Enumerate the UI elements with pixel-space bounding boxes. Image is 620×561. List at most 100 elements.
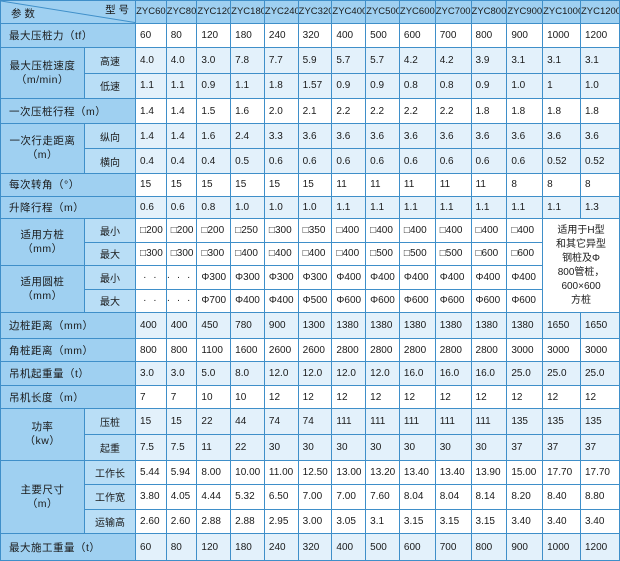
- cell-zyc800: 2800: [470, 337, 508, 363]
- cell-zyc180: 2.88: [230, 508, 265, 535]
- cell-zyc240: Φ300: [263, 265, 299, 290]
- cell-zyc800: 1380: [470, 312, 508, 339]
- cell-zyc60: 4.0: [135, 47, 167, 74]
- cell-zyc120: Φ700: [196, 288, 232, 314]
- cell-zyc180: 180: [230, 22, 265, 49]
- applicability-note: 适用于H型 和其它异型 钢桩及Φ 800管桩， 600×600 方桩: [542, 218, 620, 314]
- sub-label-high: 高速: [83, 47, 137, 74]
- cell-zyc180: 10: [230, 384, 265, 410]
- cell-zyc900: 12: [506, 384, 544, 410]
- cell-zyc1200: 12: [579, 384, 620, 410]
- cell-zyc400: 3.6: [331, 122, 367, 150]
- cell-zyc700: 4.2: [434, 47, 472, 74]
- cell-zyc500: □500: [365, 241, 400, 267]
- cell-zyc320: 30: [297, 433, 333, 461]
- row-label-size: 主要尺寸 （m）: [0, 459, 85, 535]
- cell-zyc900: 1.8: [506, 98, 544, 124]
- cell-zyc240: 0.6: [263, 148, 299, 174]
- cell-zyc120: Φ300: [196, 265, 232, 290]
- cell-zyc700: 13.40: [434, 459, 472, 486]
- cell-zyc60: 2.60: [135, 508, 167, 535]
- cell-zyc180: Φ300: [230, 265, 265, 290]
- cell-zyc80: 15: [165, 172, 198, 197]
- cell-zyc180: 780: [230, 312, 265, 339]
- cell-zyc320: 1.0: [297, 195, 333, 220]
- model-header: ZYC120: [196, 0, 232, 24]
- cell-zyc900: 37: [506, 433, 544, 461]
- cell-zyc500: Φ400: [365, 265, 400, 290]
- cell-zyc800: □600: [470, 241, 508, 267]
- cell-zyc320: 320: [297, 533, 333, 561]
- cell-zyc120: 5.0: [196, 361, 232, 386]
- cell-zyc400: 11: [331, 172, 367, 197]
- cell-zyc700: 700: [434, 22, 472, 49]
- cell-zyc60: 0.4: [135, 148, 167, 174]
- cell-zyc1200: 0.52: [579, 148, 620, 174]
- cell-zyc60: □300: [135, 241, 167, 267]
- cell-zyc700: 1.1: [434, 195, 472, 220]
- row-label-power: 功率 （kw）: [0, 408, 85, 461]
- cell-zyc180: 180: [230, 533, 265, 561]
- cell-zyc500: 13.20: [365, 459, 400, 486]
- cell-zyc600: Φ400: [398, 265, 436, 290]
- cell-zyc400: 0.9: [331, 72, 367, 100]
- cell-zyc1000: 8: [542, 172, 581, 197]
- row-label-side-dist: 边桩距离（mm）: [0, 312, 137, 339]
- row-label-max-pressure: 最大压桩力（tf）: [0, 22, 137, 49]
- cell-zyc1200: 1200: [579, 22, 620, 49]
- cell-zyc600: 600: [398, 22, 436, 49]
- cell-zyc80: 1.1: [165, 72, 198, 100]
- cell-zyc500: 2.2: [365, 98, 400, 124]
- cell-zyc60: 7: [135, 384, 167, 410]
- cell-zyc900: 25.0: [506, 361, 544, 386]
- model-header: ZYC60: [135, 0, 167, 24]
- cell-zyc700: 0.6: [434, 148, 472, 174]
- cell-zyc400: 1380: [331, 312, 367, 339]
- cell-zyc500: 500: [365, 22, 400, 49]
- cell-zyc700: 700: [434, 533, 472, 561]
- cell-zyc120: 120: [196, 533, 232, 561]
- cell-zyc80: 0.4: [165, 148, 198, 174]
- cell-zyc80: □300: [165, 241, 198, 267]
- cell-zyc180: 0.5: [230, 148, 265, 174]
- cell-zyc900: 900: [506, 22, 544, 49]
- cell-zyc700: 8.04: [434, 484, 472, 510]
- cell-zyc180: 10.00: [230, 459, 265, 486]
- cell-zyc400: 13.00: [331, 459, 367, 486]
- cell-zyc180: 44: [230, 408, 265, 435]
- cell-zyc180: □400: [230, 241, 265, 267]
- cell-zyc400: Φ600: [331, 288, 367, 314]
- sub-label-work_len: 工作长: [83, 459, 137, 486]
- cell-zyc500: 2800: [365, 337, 400, 363]
- cell-zyc700: 3.6: [434, 122, 472, 150]
- cell-zyc60: 1.4: [135, 122, 167, 150]
- cell-zyc240: 6.50: [263, 484, 299, 510]
- cell-zyc320: Φ500: [297, 288, 333, 314]
- cell-zyc600: 8.04: [398, 484, 436, 510]
- cell-zyc120: 11: [196, 433, 232, 461]
- cell-zyc700: 1380: [434, 312, 472, 339]
- cell-zyc800: 12: [470, 384, 508, 410]
- cell-zyc320: □400: [297, 241, 333, 267]
- cell-zyc80: 2.60: [165, 508, 198, 535]
- cell-zyc60: 5.44: [135, 459, 167, 486]
- cell-zyc400: 111: [331, 408, 367, 435]
- cell-zyc800: 0.6: [470, 148, 508, 174]
- cell-zyc120: 0.9: [196, 72, 232, 100]
- cell-zyc120: 1.6: [196, 122, 232, 150]
- cell-zyc400: 30: [331, 433, 367, 461]
- cell-zyc320: □350: [297, 218, 333, 243]
- cell-zyc700: 30: [434, 433, 472, 461]
- cell-zyc120: 120: [196, 22, 232, 49]
- param-label: 参 数: [11, 7, 35, 20]
- cell-zyc180: 2.4: [230, 122, 265, 150]
- cell-zyc700: 3.15: [434, 508, 472, 535]
- cell-zyc600: Φ600: [398, 288, 436, 314]
- cell-zyc900: 8: [506, 172, 544, 197]
- cell-zyc1200: 1.8: [579, 98, 620, 124]
- cell-zyc120: 15: [196, 172, 232, 197]
- cell-zyc600: 16.0: [398, 361, 436, 386]
- cell-zyc500: 111: [365, 408, 400, 435]
- cell-zyc400: 0.6: [331, 148, 367, 174]
- cell-zyc80: 5.94: [165, 459, 198, 486]
